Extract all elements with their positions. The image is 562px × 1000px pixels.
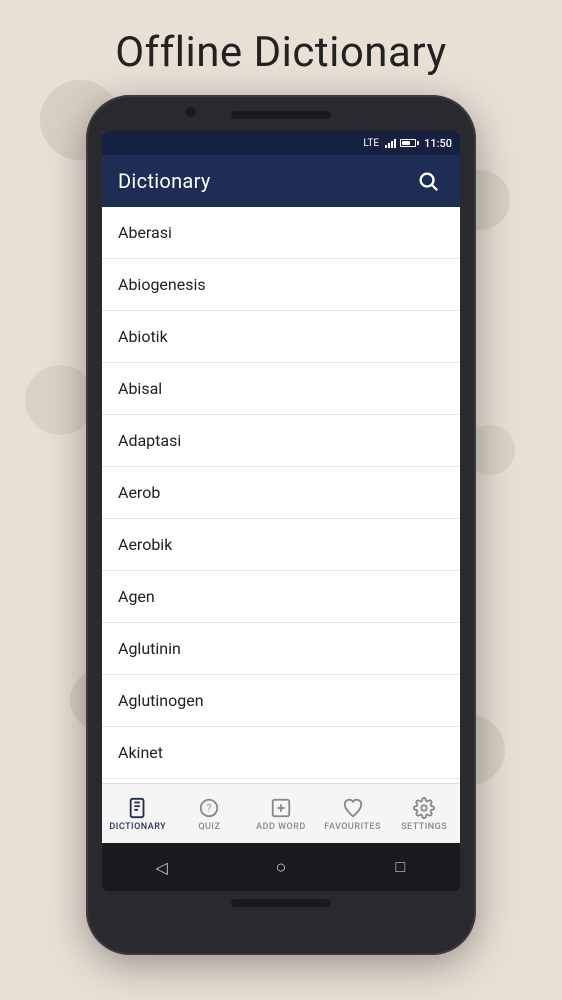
word-text: Aglutinin [118,639,181,658]
battery-icon [400,139,416,147]
status-time: 11:50 [424,137,452,150]
bottom-nav: DICTIONARY ? QUIZ [102,783,460,843]
list-item[interactable]: Agen [102,571,460,623]
word-text: Abiotik [118,327,168,346]
word-text: Abisal [118,379,162,398]
phone-screen: LTE 11:50 Dictionary [102,131,460,891]
word-text: Aerob [118,483,160,502]
search-button[interactable] [412,165,444,197]
app-bar-title: Dictionary [118,169,412,193]
nav-label-quiz: QUIZ [198,822,220,832]
list-item[interactable]: Akinet [102,727,460,779]
nav-item-favourites[interactable]: FAVOURITES [317,784,389,843]
list-item[interactable]: Aerob [102,467,460,519]
svg-text:?: ? [207,803,212,814]
list-item[interactable]: Aglutinogen [102,675,460,727]
android-nav-bar: ◁ ○ □ [102,843,460,891]
add-word-icon [269,796,293,820]
dictionary-icon [126,796,150,820]
word-list: Aberasi Abiogenesis Abiotik Abisal Adapt… [102,207,460,783]
word-text: Abiogenesis [118,275,206,294]
phone-speaker-top [231,111,331,119]
status-bar: LTE 11:50 [102,131,460,155]
list-item[interactable]: Abisal [102,363,460,415]
home-button[interactable]: ○ [265,851,297,883]
word-text: Aerobik [118,535,172,554]
app-bar: Dictionary [102,155,460,207]
list-item[interactable]: Abiogenesis [102,259,460,311]
word-text: Aglutinogen [118,691,204,710]
settings-icon [412,796,436,820]
list-item[interactable]: Abiotik [102,311,460,363]
phone-speaker-bottom [231,899,331,907]
nav-item-dictionary[interactable]: DICTIONARY [102,784,174,843]
signal-icon [385,138,396,148]
page-title: Offline Dictionary [115,28,447,77]
signal-text: LTE [363,138,379,149]
list-item[interactable]: Adaptasi [102,415,460,467]
nav-item-quiz[interactable]: ? QUIZ [174,784,246,843]
search-icon [417,170,439,192]
nav-label-settings: SETTINGS [401,822,447,832]
word-text: Aberasi [118,223,172,242]
word-text: Agen [118,587,155,606]
nav-label-dictionary: DICTIONARY [109,822,166,832]
word-text: Adaptasi [118,431,181,450]
nav-item-settings[interactable]: SETTINGS [388,784,460,843]
list-item[interactable]: Aberasi [102,207,460,259]
list-item[interactable]: Aerobik [102,519,460,571]
nav-label-add-word: ADD WORD [256,822,306,832]
nav-item-add-word[interactable]: ADD WORD [245,784,317,843]
back-button[interactable]: ◁ [146,851,178,883]
word-text: Akinet [118,743,163,762]
favourites-icon [341,796,365,820]
quiz-icon: ? [197,796,221,820]
nav-label-favourites: FAVOURITES [324,822,381,832]
list-item[interactable]: Aglutinin [102,623,460,675]
phone-frame: LTE 11:50 Dictionary [86,95,476,955]
recent-button[interactable]: □ [384,851,416,883]
phone-camera [186,107,196,117]
